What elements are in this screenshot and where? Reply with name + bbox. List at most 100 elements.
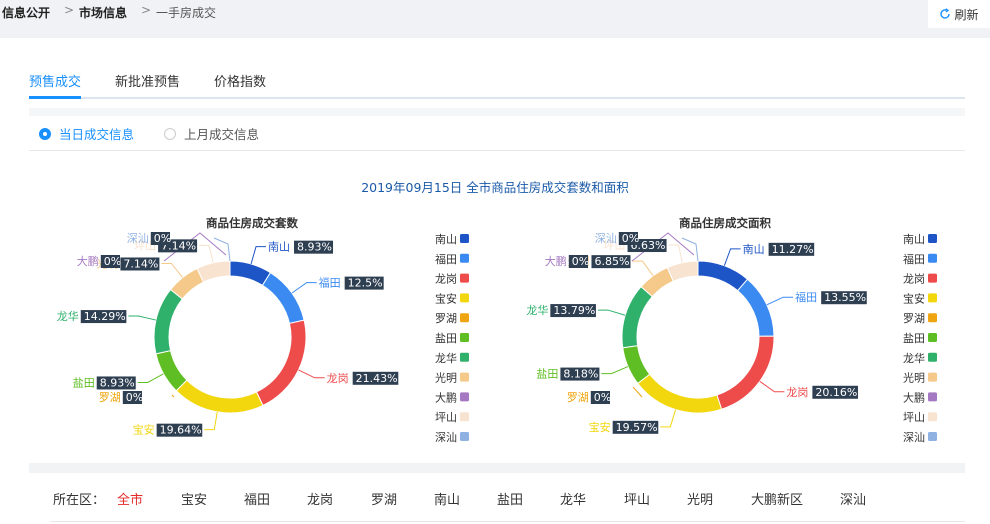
- legend-item-label: 大鹏: [435, 390, 457, 404]
- slice-name-label: 南山: [268, 241, 290, 254]
- slice-name-label: 罗湖: [99, 391, 121, 404]
- slice-value-label: 8.93%: [297, 241, 332, 254]
- legend-item-label: 坪山: [435, 411, 457, 424]
- district-filter-item[interactable]: 宝安: [181, 489, 207, 508]
- label-leader-line: [632, 260, 654, 276]
- donut-slice: [155, 349, 188, 392]
- legend-item-label: 龙岗: [435, 273, 457, 286]
- legend-swatch: [460, 333, 469, 342]
- slice-value-label: 11.27%: [772, 243, 814, 256]
- district-filter-item[interactable]: 坪山: [624, 489, 650, 508]
- label-leader-line: [759, 380, 785, 393]
- district-filter-item[interactable]: 福田: [244, 489, 270, 508]
- label-leader-line: [199, 244, 214, 264]
- legend-swatch: [460, 273, 469, 283]
- legend-swatch: [928, 253, 937, 263]
- chart-title: 商品住房成交面积: [679, 216, 771, 230]
- slice-name-label: 宝安: [589, 420, 611, 434]
- slice-name-label: 龙华: [526, 303, 548, 317]
- donut-slice: [621, 285, 653, 349]
- legend-swatch: [460, 392, 469, 402]
- district-filter-label: 所在区：: [53, 493, 106, 508]
- slice-value-label: 0%: [126, 391, 143, 404]
- donut-slice: [622, 345, 651, 385]
- label-leader-line: [766, 296, 794, 306]
- label-leader-line: [291, 282, 317, 294]
- legend-swatch: [460, 372, 469, 382]
- slice-name-label: 龙岗: [786, 386, 808, 399]
- slice-value-label: 8.18%: [563, 368, 598, 381]
- slice-name-label: 深汕: [595, 232, 617, 245]
- label-leader-line: [723, 248, 741, 266]
- chart-title: 商品住房成交套数: [206, 216, 298, 230]
- district-filter-item[interactable]: 龙华: [560, 489, 586, 508]
- label-leader-line: [601, 366, 629, 375]
- label-leader-line: [171, 394, 175, 398]
- legend-item-label: 福田: [903, 252, 925, 266]
- slice-value-label: 6.85%: [594, 255, 629, 268]
- donut-slice: [736, 278, 775, 337]
- legend-item-label: 南山: [903, 233, 925, 246]
- slice-value-label: 0%: [622, 232, 639, 245]
- legend-item-label: 罗湖: [903, 312, 925, 325]
- slice-value-label: 19.64%: [160, 424, 202, 437]
- slice-name-label: 福田: [319, 276, 341, 290]
- legend-swatch: [928, 234, 937, 243]
- donut-slice: [255, 319, 307, 407]
- label-leader-line: [213, 237, 231, 262]
- legend-item-label: 光明: [435, 371, 457, 385]
- legend-swatch: [460, 412, 469, 422]
- label-leader-line: [137, 373, 164, 383]
- legend-swatch: [460, 253, 469, 263]
- label-leader-line: [161, 262, 184, 278]
- slice-value-label: 0%: [594, 391, 611, 404]
- legend-item-label: 盐田: [435, 332, 457, 345]
- legend-item-label: 坪山: [903, 411, 925, 424]
- slice-value-label: 12.5%: [348, 277, 383, 290]
- legend-swatch: [928, 313, 937, 323]
- legend-item-label: 盐田: [903, 332, 925, 345]
- legend-item-label: 福田: [435, 252, 457, 266]
- donut-slice: [666, 260, 699, 282]
- district-filter-item[interactable]: 龙岗: [307, 489, 333, 508]
- legend-swatch: [928, 333, 937, 342]
- label-leader-line: [298, 369, 325, 379]
- slice-name-label: 盐田: [536, 368, 558, 381]
- section-gap: [29, 463, 965, 473]
- legend-swatch: [928, 352, 937, 362]
- district-filter-item[interactable]: 深汕: [840, 489, 866, 508]
- slice-value-label: 0%: [154, 232, 171, 245]
- legend-swatch: [460, 293, 469, 303]
- slice-value-label: 19.57%: [616, 421, 658, 434]
- slice-name-label: 罗湖: [567, 391, 589, 404]
- legend-item-label: 龙华: [435, 351, 457, 365]
- legend-item-label: 龙华: [903, 351, 925, 365]
- legend-item-label: 宝安: [903, 291, 925, 305]
- legend-swatch: [928, 372, 937, 382]
- district-filter-item[interactable]: 全市: [117, 489, 143, 508]
- slice-name-label: 大鹏: [545, 254, 567, 268]
- slice-value-label: 14.29%: [84, 310, 126, 323]
- label-leader-line: [250, 246, 267, 265]
- slice-value-label: 0%: [572, 255, 589, 268]
- district-filter-item[interactable]: 光明: [687, 489, 713, 508]
- slice-value-label: 0%: [104, 255, 121, 268]
- donut-slice: [697, 260, 749, 292]
- slice-name-label: 龙岗: [327, 372, 349, 385]
- district-filter-item[interactable]: 南山: [434, 489, 460, 508]
- legend-item-label: 光明: [903, 371, 925, 385]
- legend-swatch: [928, 293, 937, 303]
- slice-name-label: 盐田: [73, 376, 95, 389]
- donut-slice: [196, 260, 231, 283]
- label-leader-line: [204, 411, 218, 431]
- legend-swatch: [928, 412, 937, 422]
- label-leader-line: [597, 309, 626, 316]
- district-filter-item[interactable]: 大鹏新区: [751, 489, 803, 508]
- donut-charts: 商品住房成交套数南山 8.93% 福田 12.5% 龙岗 21.43% 19.64% 宝安 0%…: [57, 216, 937, 444]
- district-filter-item[interactable]: 盐田: [497, 489, 523, 508]
- donut-slice: [153, 288, 184, 355]
- slice-name-label: 大鹏: [77, 254, 99, 268]
- district-filter-item[interactable]: 罗湖: [371, 489, 397, 508]
- donut-slice: [261, 271, 305, 325]
- slice-value-label: 7.14%: [123, 257, 158, 270]
